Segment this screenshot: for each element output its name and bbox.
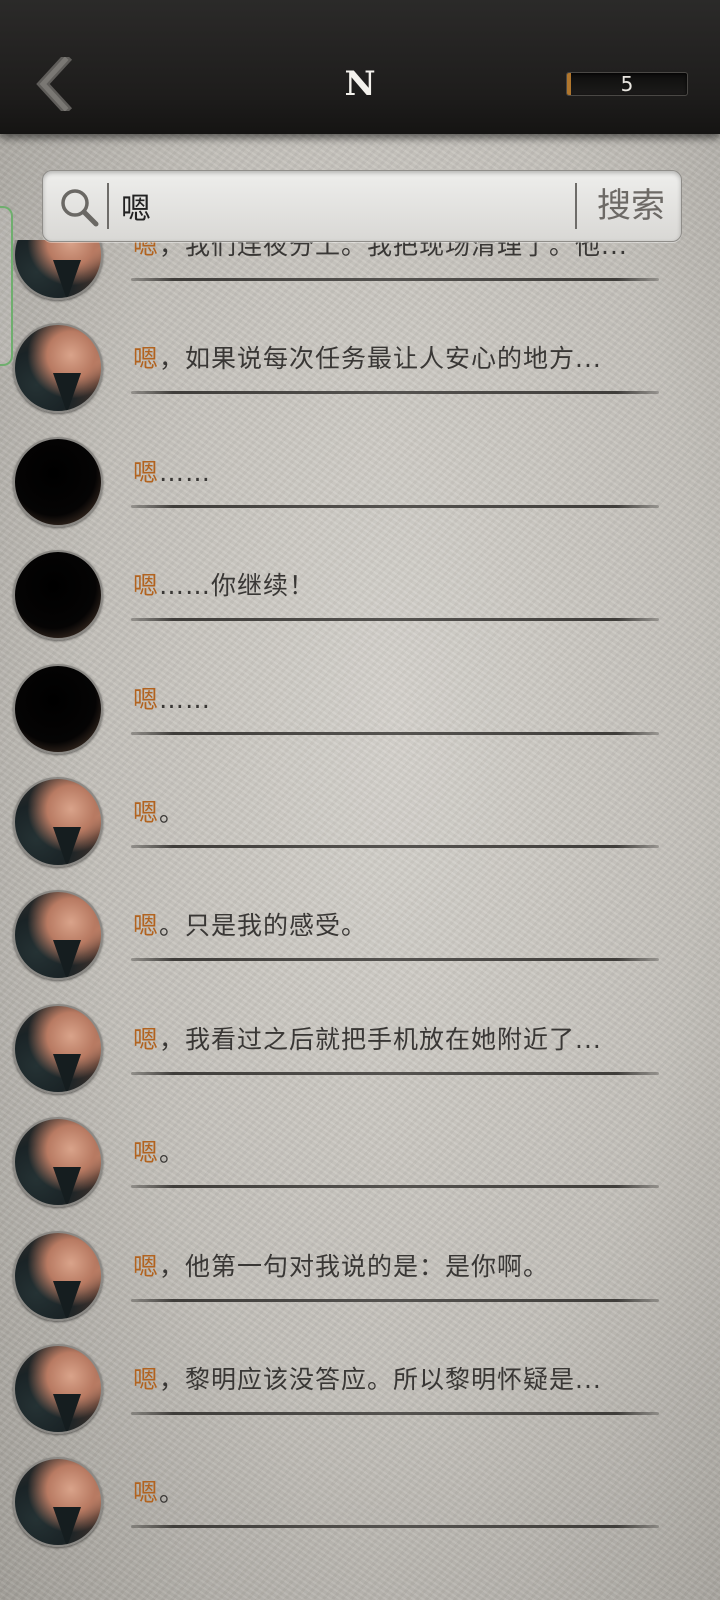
keyword-highlight: 嗯: [133, 571, 160, 600]
row-divider: [131, 278, 659, 281]
avatar: [13, 550, 103, 640]
message-text: ，黎明应该没答应。所以黎明怀疑是...: [159, 1365, 602, 1394]
message-text: 。: [159, 1478, 186, 1507]
message-preview: 嗯。: [133, 1133, 653, 1169]
message-preview: 嗯，我们连夜分工。我把现场清理了。他...: [133, 240, 653, 262]
message-preview: 嗯，黎明应该没答应。所以黎明怀疑是...: [133, 1360, 653, 1396]
list-item[interactable]: 嗯，我看过之后就把手机放在她附近了...: [0, 990, 720, 1105]
message-text: 。: [159, 798, 186, 827]
avatar: [13, 1117, 103, 1207]
message-text: ……: [159, 458, 212, 487]
keyword-highlight: 嗯: [133, 1138, 160, 1167]
list-item[interactable]: 嗯……: [0, 423, 720, 538]
message-preview: 嗯。: [133, 793, 653, 829]
row-divider: [131, 1525, 659, 1528]
message-text: ，如果说每次任务最让人安心的地方...: [159, 344, 602, 373]
counter-badge: 5: [566, 72, 688, 96]
avatar: [13, 240, 103, 300]
message-text: ……你继续！: [159, 571, 316, 600]
keyword-highlight: 嗯: [133, 344, 160, 373]
top-bar: N 5: [0, 0, 720, 134]
message-preview: 嗯。: [133, 1473, 653, 1509]
list-item[interactable]: 嗯，我们连夜分工。我把现场清理了。他...: [0, 240, 720, 311]
avatar: [13, 437, 103, 527]
row-divider: [131, 505, 659, 508]
results-list[interactable]: 嗯，我们连夜分工。我把现场清理了。他... 嗯，如果说每次任务最让人安心的地方..…: [0, 240, 720, 1600]
keyword-highlight: 嗯: [133, 1025, 160, 1054]
list-item[interactable]: 嗯，黎明应该没答应。所以黎明怀疑是...: [0, 1330, 720, 1445]
avatar: [13, 323, 103, 413]
avatar: [13, 664, 103, 754]
list-item[interactable]: 嗯。: [0, 1443, 720, 1558]
search-input[interactable]: [121, 171, 601, 241]
message-preview: 嗯，他第一句对我说的是：是你啊。: [133, 1247, 653, 1283]
row-divider: [131, 732, 659, 735]
keyword-highlight: 嗯: [133, 240, 160, 260]
message-text: 。只是我的感受。: [159, 911, 368, 940]
keyword-highlight: 嗯: [133, 798, 160, 827]
message-preview: 嗯……你继续！: [133, 566, 653, 602]
search-divider: [575, 183, 577, 229]
search-button[interactable]: 搜索: [583, 171, 679, 241]
row-divider: [131, 1185, 659, 1188]
row-divider: [131, 1299, 659, 1302]
list-item[interactable]: 嗯，他第一句对我说的是：是你啊。: [0, 1217, 720, 1332]
message-text: ，我们连夜分工。我把现场清理了。他...: [159, 240, 628, 260]
search-icon: [61, 189, 99, 227]
avatar: [13, 777, 103, 867]
list-item[interactable]: 嗯……: [0, 650, 720, 765]
row-divider: [131, 1072, 659, 1075]
keyword-highlight: 嗯: [133, 685, 160, 714]
message-preview: 嗯，如果说每次任务最让人安心的地方...: [133, 339, 653, 375]
avatar: [13, 1457, 103, 1547]
keyword-highlight: 嗯: [133, 1478, 160, 1507]
list-item[interactable]: 嗯。只是我的感受。: [0, 876, 720, 991]
side-tab[interactable]: [0, 206, 13, 366]
list-item[interactable]: 嗯。: [0, 1103, 720, 1218]
message-preview: 嗯……: [133, 453, 653, 489]
keyword-highlight: 嗯: [133, 1365, 160, 1394]
avatar: [13, 1004, 103, 1094]
row-divider: [131, 391, 659, 394]
avatar: [13, 890, 103, 980]
message-text: 。: [159, 1138, 186, 1167]
list-item[interactable]: 嗯……你继续！: [0, 536, 720, 651]
avatar: [13, 1231, 103, 1321]
row-divider: [131, 845, 659, 848]
message-preview: 嗯……: [133, 680, 653, 716]
search-divider: [107, 183, 109, 229]
search-bar: 搜索: [42, 170, 682, 242]
message-preview: 嗯，我看过之后就把手机放在她附近了...: [133, 1020, 653, 1056]
message-preview: 嗯。只是我的感受。: [133, 906, 653, 942]
list-item[interactable]: 嗯。: [0, 763, 720, 878]
keyword-highlight: 嗯: [133, 1252, 160, 1281]
message-text: ，我看过之后就把手机放在她附近了...: [159, 1025, 602, 1054]
row-divider: [131, 958, 659, 961]
keyword-highlight: 嗯: [133, 458, 160, 487]
avatar: [13, 1344, 103, 1434]
message-text: ……: [159, 685, 212, 714]
message-text: ，他第一句对我说的是：是你啊。: [159, 1252, 550, 1281]
counter-value: 5: [620, 72, 634, 96]
row-divider: [131, 1412, 659, 1415]
list-item[interactable]: 嗯，如果说每次任务最让人安心的地方...: [0, 309, 720, 424]
keyword-highlight: 嗯: [133, 911, 160, 940]
row-divider: [131, 618, 659, 621]
